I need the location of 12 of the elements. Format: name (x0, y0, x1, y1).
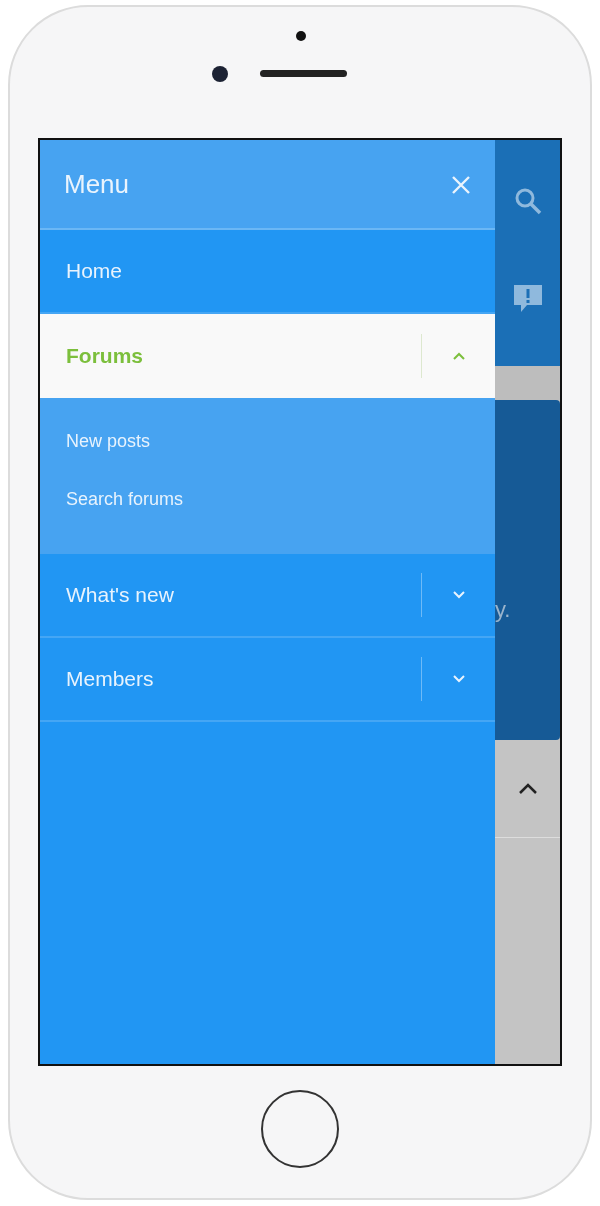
menu-title: Menu (64, 167, 130, 201)
speaker-icon (260, 70, 347, 77)
chevron-up-icon[interactable] (517, 782, 538, 795)
menu-item[interactable]: Forums (40, 314, 495, 398)
sensor-icon (296, 31, 306, 41)
submenu-link[interactable]: New posts (66, 412, 495, 470)
camera-icon (212, 66, 228, 82)
submenu-link[interactable]: Search forums (66, 470, 495, 528)
chevron-down-icon (452, 591, 465, 599)
chevron-down-icon (452, 675, 465, 683)
text-fragment: y. (495, 597, 511, 622)
chevron-up-icon (452, 352, 465, 360)
